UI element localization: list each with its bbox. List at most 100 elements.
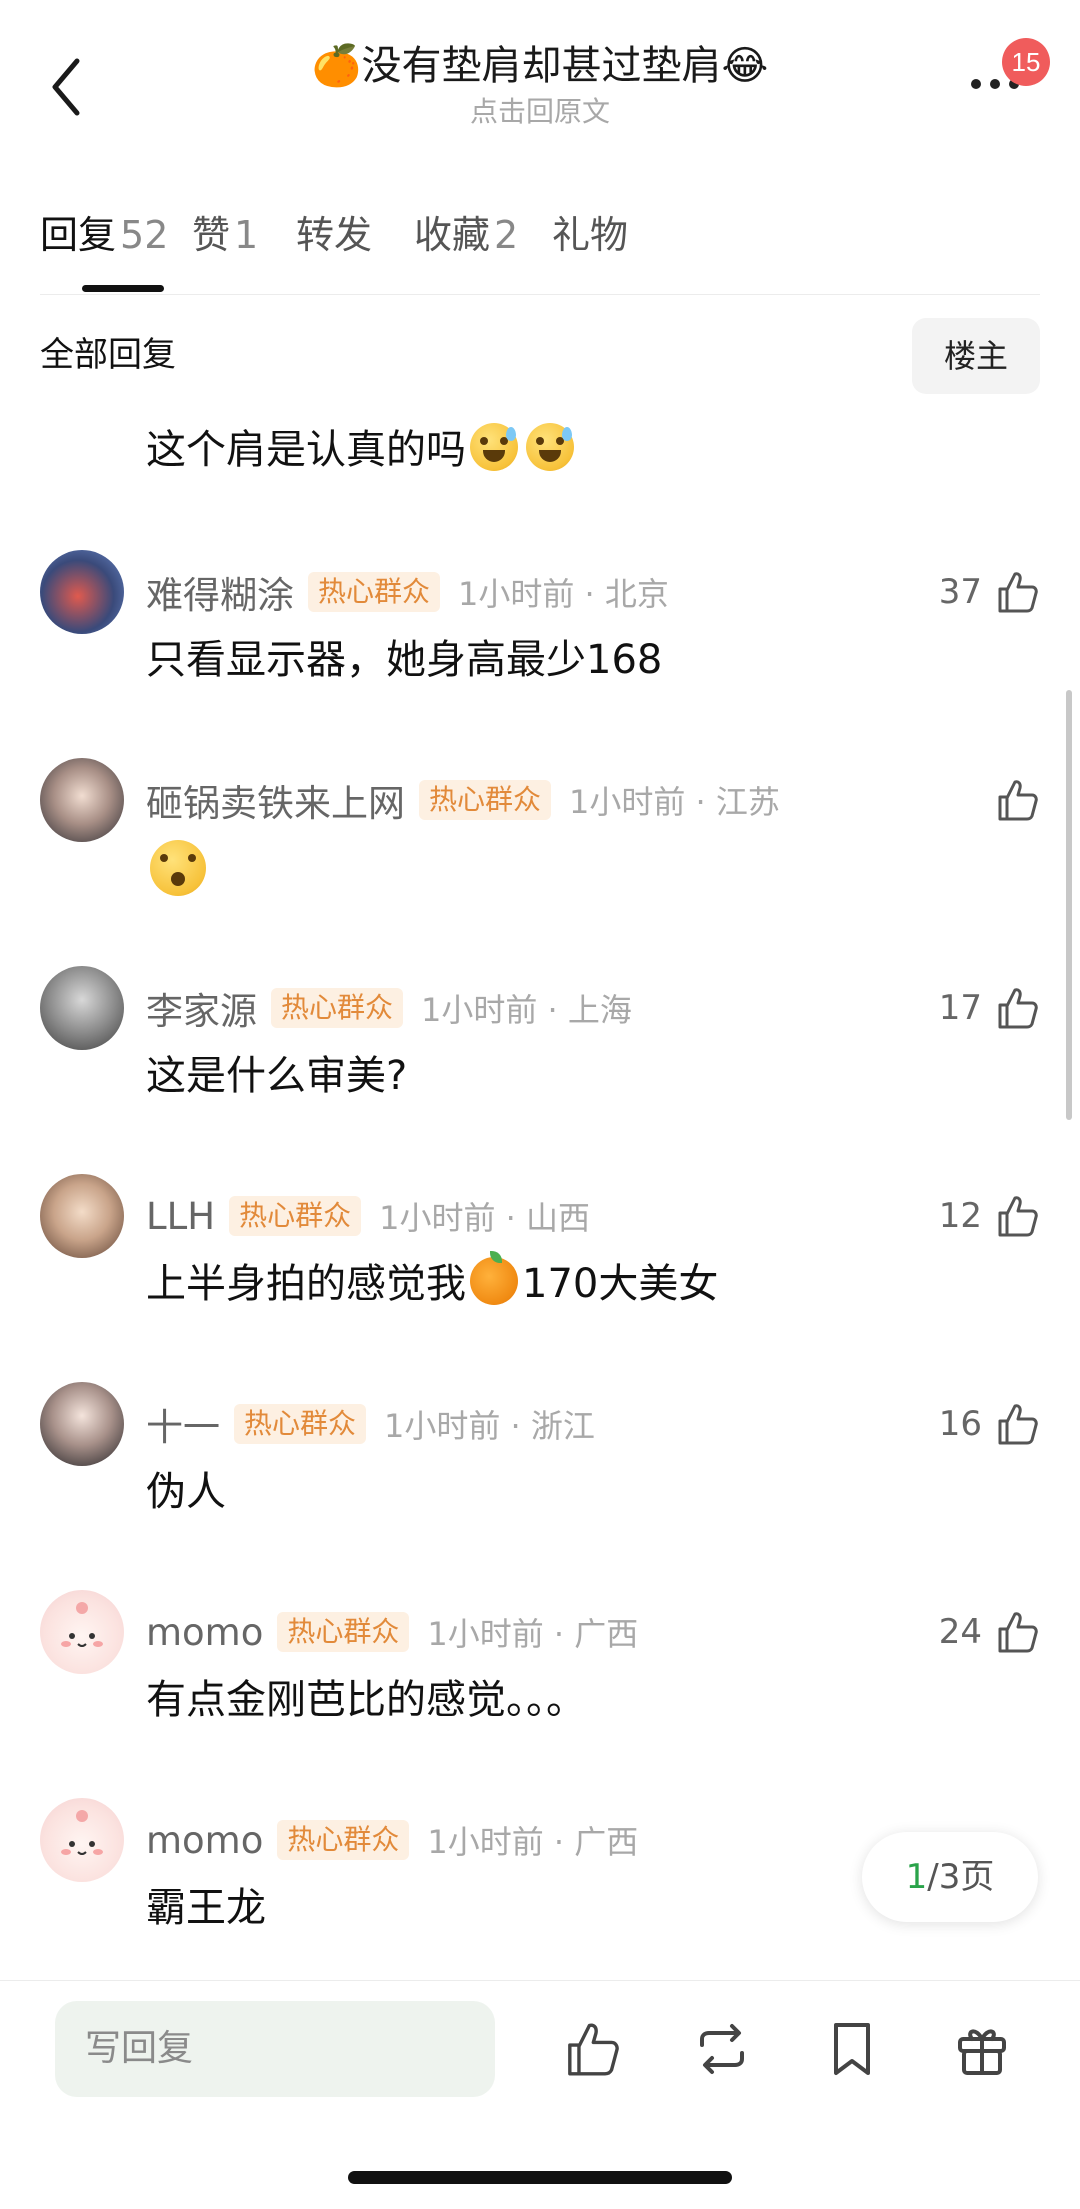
like-button[interactable]: 16 <box>939 1396 1040 1452</box>
tab-favorites[interactable]: 收藏 2 <box>414 205 518 265</box>
comment-text-part: 上半身拍的感觉我 <box>146 1261 466 1307</box>
tab-gifts[interactable]: 礼物 <box>552 205 628 265</box>
comment-text-part: 170大美女 <box>522 1261 719 1307</box>
comment-header: 李家源 热心群众 1小时前 · 上海 <box>146 980 632 1036</box>
tab-replies[interactable]: 回复 52 <box>40 205 168 265</box>
like-count: 24 <box>938 1612 982 1652</box>
list-item[interactable]: 砸锅卖铁来上网 热心群众 1小时前 · 江苏 <box>0 758 1080 980</box>
thumbs-up-icon <box>998 988 1038 1029</box>
avatar[interactable] <box>40 758 124 842</box>
like-button[interactable]: 12 <box>939 1188 1040 1244</box>
like-count: 37 <box>938 572 982 612</box>
like-button[interactable]: 17 <box>939 980 1040 1036</box>
comment-meta: 1小时前 · 北京 <box>458 575 669 613</box>
gift-button[interactable] <box>942 2009 1022 2089</box>
comment-text: 这是什么审美? <box>146 1053 408 1099</box>
active-tab-indicator <box>82 285 164 292</box>
thumbs-up-icon <box>998 780 1038 821</box>
chevron-left-icon <box>52 58 80 116</box>
tab-count: 1 <box>234 213 259 257</box>
comment-meta: 1小时前 · 广西 <box>427 1615 639 1653</box>
notification-badge: 15 <box>1002 38 1050 86</box>
like-post-button[interactable] <box>552 2009 632 2089</box>
avatar[interactable] <box>40 1590 124 1674</box>
avatar[interactable] <box>40 1174 124 1258</box>
tab-reposts[interactable]: 转发 <box>296 205 372 265</box>
list-item[interactable]: LLH 热心群众 1小时前 · 山西 12 上半身拍的感觉我 170大美女 <box>0 1174 1080 1396</box>
tab-count: 52 <box>120 213 169 257</box>
cartoon-avatar-icon <box>61 1810 103 1855</box>
avatar[interactable] <box>40 1382 124 1466</box>
total-pages: /3页 <box>927 1857 995 1897</box>
fan-tag-badge: 热心群众 <box>277 1820 410 1860</box>
comment-header: momo 热心群众 1小时前 · 广西 <box>146 1812 638 1868</box>
header: 🍊没有垫肩却甚过垫肩😂 点击回原文 15 <box>0 0 1080 170</box>
page-title: 🍊没有垫肩却甚过垫肩😂 <box>311 43 769 89</box>
comment-meta: 1小时前 · 江苏 <box>569 783 780 821</box>
home-indicator[interactable] <box>348 2171 732 2184</box>
thumbs-up-icon <box>998 1404 1038 1445</box>
username[interactable]: 李家源 <box>146 981 257 1035</box>
avatar[interactable] <box>40 1798 124 1882</box>
username[interactable]: LLH <box>146 1195 215 1238</box>
like-count: 16 <box>938 1404 982 1444</box>
bottom-action-bar: 写回复 <box>0 1980 1080 2209</box>
fan-tag-badge: 热心群众 <box>419 780 552 820</box>
sweat-smile-emoji-icon <box>526 423 574 471</box>
list-item[interactable]: momo 热心群众 1小时前 · 广西 24 有点金刚芭比的感觉。。。 <box>0 1590 1080 1812</box>
comment-meta: 1小时前 · 广西 <box>427 1823 639 1861</box>
tab-label: 转发 <box>296 213 373 257</box>
comment-meta: 1小时前 · 山西 <box>379 1199 590 1237</box>
comment-text: 有点金刚芭比的感觉。。。 <box>146 1677 586 1723</box>
username[interactable]: 十一 <box>146 1397 220 1451</box>
username[interactable]: 难得糊涂 <box>146 565 294 619</box>
more-dot-icon <box>971 79 981 89</box>
title-block[interactable]: 🍊没有垫肩却甚过垫肩😂 点击回原文 <box>150 38 930 130</box>
bookmark-icon <box>834 2023 870 2075</box>
tab-likes[interactable]: 赞1 <box>192 205 258 265</box>
divider <box>40 294 1040 295</box>
comment-text: 只看显示器，她身高最少168 <box>146 637 663 683</box>
comment-header: 砸锅卖铁来上网 热心群众 1小时前 · 江苏 <box>146 772 780 828</box>
owner-only-button[interactable]: 楼主 <box>912 318 1040 394</box>
orange-emoji-icon <box>470 1251 518 1305</box>
fan-tag-badge: 热心群众 <box>234 1404 367 1444</box>
username[interactable]: 砸锅卖铁来上网 <box>146 773 405 827</box>
comment-text <box>146 840 210 903</box>
thumbs-up-icon <box>998 1612 1038 1653</box>
like-button[interactable] <box>994 772 1040 828</box>
thumbs-up-icon <box>998 1196 1038 1237</box>
like-button[interactable]: 37 <box>939 564 1040 620</box>
back-button[interactable] <box>36 52 96 122</box>
list-item[interactable]: 这个肩是认真的吗 <box>0 408 1080 562</box>
tab-label: 礼物 <box>552 213 629 257</box>
like-button[interactable]: 24 <box>939 1604 1040 1660</box>
all-replies-label[interactable]: 全部回复 <box>40 330 176 380</box>
avatar[interactable] <box>40 550 124 634</box>
like-count: 12 <box>938 1196 982 1236</box>
gift-icon <box>958 2029 1006 2075</box>
username[interactable]: momo <box>146 1819 263 1862</box>
repost-button[interactable] <box>682 2009 762 2089</box>
bookmark-button[interactable] <box>812 2009 892 2089</box>
avatar[interactable] <box>40 966 124 1050</box>
repost-icon <box>700 2024 744 2074</box>
comment-meta: 1小时前 · 浙江 <box>384 1407 595 1445</box>
list-item[interactable]: 李家源 热心群众 1小时前 · 上海 17 这是什么审美? <box>0 966 1080 1188</box>
list-item[interactable]: 十一 热心群众 1小时前 · 浙江 16 伪人 <box>0 1382 1080 1604</box>
tab-label: 回复 <box>40 213 117 257</box>
reply-input[interactable]: 写回复 <box>55 2001 495 2097</box>
list-item[interactable]: 难得糊涂 热心群众 1小时前 · 北京 37 只看显示器，她身高最少168 <box>0 550 1080 772</box>
thumbs-up-icon <box>998 572 1038 613</box>
scrollbar[interactable] <box>1066 690 1072 1120</box>
fan-tag-badge: 热心群众 <box>277 1612 410 1652</box>
back-to-original-link[interactable]: 点击回原文 <box>150 94 930 130</box>
comment-header: momo 热心群众 1小时前 · 广西 <box>146 1604 638 1660</box>
comment-header: 难得糊涂 热心群众 1小时前 · 北京 <box>146 564 669 620</box>
username[interactable]: momo <box>146 1611 263 1654</box>
fan-tag-badge: 热心群众 <box>229 1196 362 1236</box>
page-indicator-button[interactable]: 1/3页 <box>862 1832 1038 1922</box>
filter-row: 全部回复 楼主 <box>40 318 1040 394</box>
comment-list: 这个肩是认真的吗 难得糊涂 热心群众 1小时前 · 北京 37 只看显示器，她身… <box>0 408 1080 1958</box>
fan-tag-badge: 热心群众 <box>308 572 441 612</box>
